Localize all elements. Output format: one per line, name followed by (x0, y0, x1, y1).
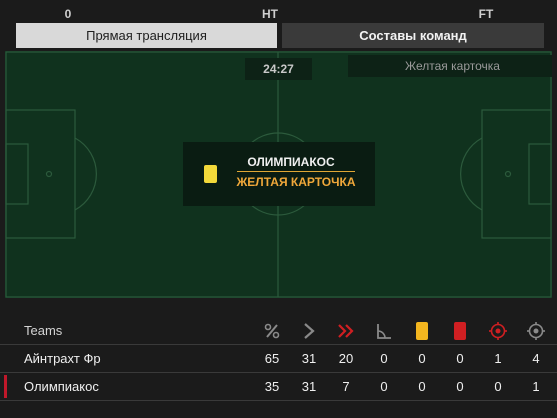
match-timeline: 0 HT FT (0, 0, 557, 22)
stat-red-cards: 0 (456, 351, 464, 366)
view-tabs: Прямая трансляция Составы команд (16, 23, 544, 49)
stat-shots-on-target: 0 (494, 379, 502, 394)
timeline-fulltime-label: FT (478, 7, 494, 21)
stat-yellow-cards: 0 (418, 351, 426, 366)
timeline-halftime-label: HT (262, 7, 278, 21)
event-divider (237, 171, 355, 172)
stat-dangerous-attacks: 7 (342, 379, 350, 394)
stat-shots-off-target: 4 (532, 351, 540, 366)
table-row: Олимпиакос 35 31 7 0 0 0 0 1 (0, 373, 557, 401)
red-card-icon (454, 322, 466, 340)
corners-icon (377, 324, 391, 339)
team-name: Олимпиакос (24, 379, 99, 394)
yellow-card-icon (204, 165, 217, 183)
team-color-bar (4, 375, 7, 398)
stats-table: Teams Айнтрахт Фр 65 31 20 0 0 0 1 4 Оли… (0, 318, 557, 401)
stat-red-cards: 0 (456, 379, 464, 394)
stat-dangerous-attacks: 20 (338, 351, 354, 366)
stat-possession: 65 (264, 351, 280, 366)
event-type: ЖЕЛТАЯ КАРТОЧКА (236, 175, 356, 189)
table-row: Айнтрахт Фр 65 31 20 0 0 0 1 4 (0, 345, 557, 373)
yellow-card-icon (416, 322, 428, 340)
stat-possession: 35 (264, 379, 280, 394)
tab-live-broadcast[interactable]: Прямая трансляция (16, 23, 277, 48)
teams-column-label: Teams (24, 323, 63, 338)
pitch-visualization: 24:27 Желтая карточка ОЛИМПИАКОС ЖЕЛТАЯ … (5, 51, 552, 298)
shots-on-target-icon (489, 322, 507, 340)
event-popup: ОЛИМПИАКОС ЖЕЛТАЯ КАРТОЧКА (183, 142, 375, 206)
possession-icon (264, 323, 280, 339)
team-name: Айнтрахт Фр (24, 351, 101, 366)
stat-corners: 0 (380, 379, 388, 394)
attacks-icon (304, 323, 315, 339)
stat-shots-on-target: 1 (494, 351, 502, 366)
timeline-start-label: 0 (64, 7, 72, 21)
stats-header: Teams (0, 318, 557, 345)
dangerous-attacks-icon (338, 324, 354, 338)
stat-corners: 0 (380, 351, 388, 366)
stat-shots-off-target: 1 (532, 379, 540, 394)
last-event-label: Желтая карточка (348, 55, 552, 77)
stat-attacks: 31 (301, 351, 317, 366)
shots-off-target-icon (527, 322, 545, 340)
team-color-bar (4, 347, 7, 370)
event-team-name: ОЛИМПИАКОС (247, 155, 335, 169)
stat-attacks: 31 (301, 379, 317, 394)
tab-lineups[interactable]: Составы команд (282, 23, 544, 48)
stat-yellow-cards: 0 (418, 379, 426, 394)
match-clock: 24:27 (245, 58, 312, 80)
